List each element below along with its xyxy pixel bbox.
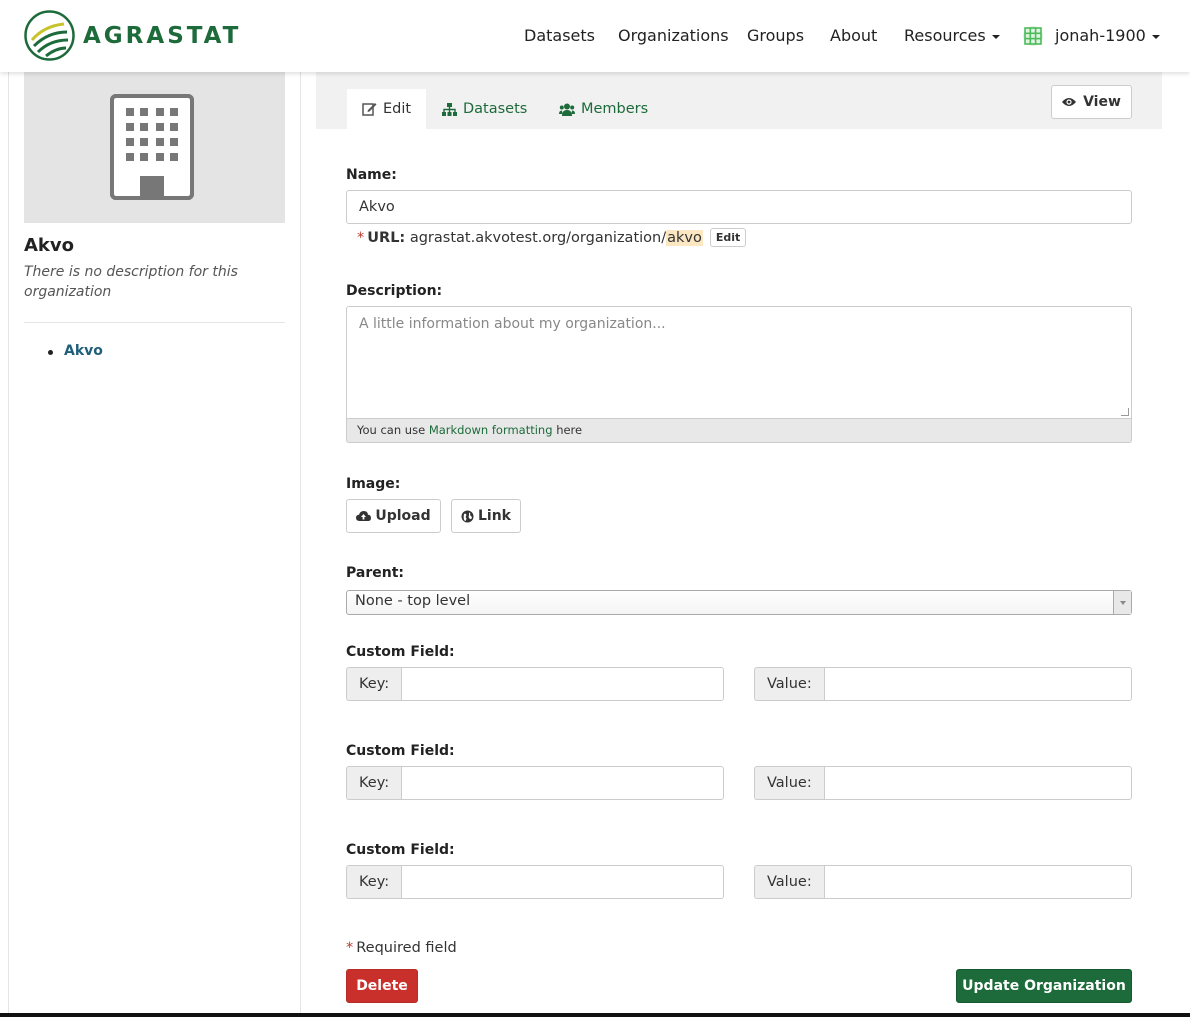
tab-datasets[interactable]: Datasets (442, 89, 527, 129)
user-name: jonah-1900 (1055, 26, 1146, 45)
custom-field-value: Value: (754, 667, 1132, 701)
key-addon: Key: (346, 865, 402, 899)
value-input[interactable] (823, 766, 1132, 800)
nav-resources-label: Resources (904, 26, 986, 45)
value-addon: Value: (754, 865, 824, 899)
update-organization-button[interactable]: Update Organization (956, 969, 1132, 1003)
list-item: Akvo (48, 343, 285, 359)
parent-selected-value: None - top level (355, 593, 471, 609)
logo-icon (24, 10, 75, 61)
link-label: Link (478, 508, 511, 524)
tabs-bar: Edit Datasets Members View (316, 72, 1162, 129)
bottom-edge (0, 1013, 1190, 1017)
url-edit-button[interactable]: Edit (709, 228, 747, 247)
top-navbar: AGRASTAT Datasets Organizations Groups A… (0, 0, 1190, 72)
value-addon: Value: (754, 667, 824, 701)
tab-members[interactable]: Members (559, 89, 648, 129)
org-title: Akvo (24, 235, 75, 256)
tab-edit[interactable]: Edit (347, 89, 427, 129)
markdown-hint: You can use Markdown formatting here (346, 419, 1132, 443)
url-prefix: agrastat.akvotest.org/organization/ (409, 229, 667, 246)
users-icon (559, 103, 575, 116)
cloud-upload-icon (356, 511, 372, 521)
link-button[interactable]: Link (451, 499, 521, 533)
divider (24, 322, 285, 323)
column-divider (300, 72, 301, 1013)
description-placeholder: A little information about my organizati… (359, 316, 666, 332)
url-label: URL: (367, 229, 406, 246)
description-label: Description: (346, 283, 443, 299)
brand-name: AGRASTAT (83, 22, 242, 49)
key-input[interactable] (401, 865, 724, 899)
upload-label: Upload (375, 508, 431, 524)
delete-button[interactable]: Delete (346, 969, 418, 1003)
custom-field-value: Value: (754, 865, 1132, 899)
edit-icon (362, 103, 377, 116)
user-avatar-icon (1023, 26, 1043, 46)
nav-datasets[interactable]: Datasets (524, 26, 595, 45)
caret-down-icon (991, 34, 1000, 39)
required-asterisk: * (346, 940, 354, 956)
image-label: Image: (346, 476, 401, 492)
markdown-hint-prefix: You can use (357, 423, 426, 437)
org-link-akvo[interactable]: Akvo (64, 343, 103, 359)
tab-members-label: Members (581, 101, 649, 117)
nav-resources-dropdown[interactable]: Resources (904, 26, 1000, 45)
markdown-link[interactable]: Markdown formatting (429, 423, 553, 437)
user-menu-dropdown[interactable]: jonah-1900 (1055, 26, 1160, 45)
building-icon (110, 94, 194, 200)
parent-label: Parent: (346, 565, 404, 581)
value-addon: Value: (754, 766, 824, 800)
view-button[interactable]: View (1051, 85, 1132, 119)
custom-field-label: Custom Field: (346, 743, 455, 759)
sitemap-icon (442, 102, 457, 116)
nav-organizations[interactable]: Organizations (618, 26, 729, 45)
url-row: * URL: agrastat.akvotest.org/organizatio… (357, 228, 747, 247)
site-logo[interactable]: AGRASTAT (24, 10, 241, 61)
nav-groups[interactable]: Groups (747, 26, 804, 45)
custom-field-label: Custom Field: (346, 644, 455, 660)
description-textarea[interactable]: A little information about my organizati… (346, 306, 1132, 419)
key-addon: Key: (346, 667, 402, 701)
org-description: There is no description for this organiz… (24, 264, 238, 300)
name-label: Name: (346, 167, 397, 183)
tab-edit-label: Edit (383, 101, 412, 117)
name-input[interactable]: Akvo (346, 190, 1132, 224)
custom-field-key: Key: (346, 667, 724, 701)
key-input[interactable] (401, 766, 724, 800)
required-note-text: Required field (356, 940, 457, 956)
select-arrow-icon[interactable] (1113, 591, 1131, 614)
org-image (24, 72, 285, 223)
tab-datasets-label: Datasets (463, 101, 528, 117)
org-hierarchy-list: Akvo (48, 343, 285, 359)
required-asterisk: * (357, 229, 365, 246)
custom-field-key: Key: (346, 865, 724, 899)
key-input[interactable] (401, 667, 724, 701)
upload-button[interactable]: Upload (346, 499, 441, 533)
globe-icon (461, 510, 474, 522)
view-button-label: View (1083, 94, 1121, 110)
nav-about[interactable]: About (830, 26, 877, 45)
sidebar: Akvo There is no description for this or… (24, 72, 285, 359)
value-input[interactable] (823, 667, 1132, 701)
required-note: * Required field (346, 940, 457, 956)
key-addon: Key: (346, 766, 402, 800)
url-slug: akvo (666, 229, 703, 246)
custom-field-key: Key: (346, 766, 724, 800)
parent-select[interactable]: None - top level (346, 590, 1132, 615)
resize-handle[interactable] (1121, 408, 1129, 416)
markdown-hint-suffix: here (556, 423, 583, 437)
custom-field-value: Value: (754, 766, 1132, 800)
caret-down-icon (1151, 34, 1160, 39)
eye-icon (1062, 98, 1077, 106)
custom-field-label: Custom Field: (346, 842, 455, 858)
value-input[interactable] (823, 865, 1132, 899)
